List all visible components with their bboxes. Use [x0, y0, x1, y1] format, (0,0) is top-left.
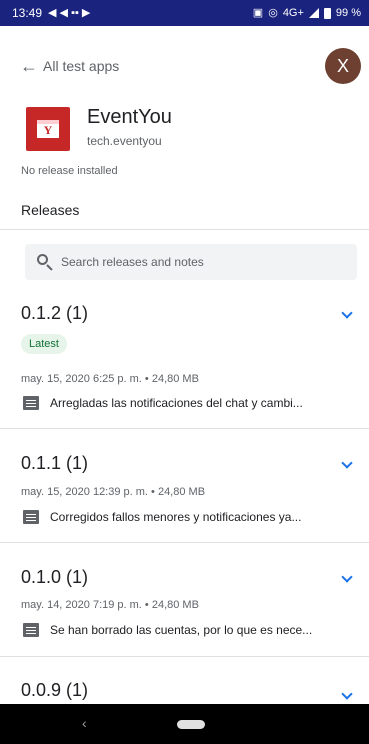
- back-to-all-apps-link[interactable]: All test apps: [43, 58, 119, 74]
- search-placeholder: Search releases and notes: [61, 255, 204, 269]
- app-icon: Y: [26, 107, 70, 151]
- release-item[interactable]: 0.1.1 (1) may. 15, 2020 12:39 p. m. • 24…: [0, 453, 369, 533]
- battery-level: 99 %: [335, 7, 361, 19]
- divider: [0, 542, 369, 543]
- nav-back-icon[interactable]: ‹: [82, 715, 87, 731]
- chevron-down-icon[interactable]: [341, 573, 353, 585]
- notes-icon: [23, 623, 39, 637]
- status-time: 13:49: [12, 6, 43, 20]
- release-notes-text: Arregladas las notificaciones del chat y…: [50, 396, 303, 410]
- account-avatar[interactable]: X: [325, 48, 361, 84]
- release-version: 0.1.1 (1): [21, 453, 89, 473]
- divider: [0, 229, 369, 230]
- network-type: 4G+: [282, 7, 304, 19]
- release-version: 0.1.2 (1): [21, 303, 89, 323]
- chevron-down-icon[interactable]: [341, 459, 353, 471]
- release-notes: Arregladas las notificaciones del chat y…: [23, 396, 303, 410]
- release-notes: Se han borrado las cuentas, por lo que e…: [23, 623, 312, 637]
- search-releases-input[interactable]: Search releases and notes: [25, 244, 357, 280]
- calendar-icon: Y: [37, 120, 59, 138]
- releases-heading: Releases: [21, 202, 80, 218]
- app-package-name: tech.eventyou: [87, 134, 162, 148]
- nav-home-pill[interactable]: [177, 720, 205, 729]
- install-status: No release installed: [21, 165, 118, 177]
- notification-icons: ◀ ◀ ▪▪ ▶: [48, 6, 91, 19]
- release-notes-text: Corregidos fallos menores y notificacion…: [50, 510, 302, 524]
- release-date-size: may. 15, 2020 6:25 p. m. • 24,80 MB: [21, 373, 199, 385]
- release-date-size: may. 15, 2020 12:39 p. m. • 24,80 MB: [21, 486, 206, 498]
- notes-icon: [23, 510, 39, 524]
- top-app-bar: ← All test apps X: [0, 48, 369, 88]
- release-version: 0.1.0 (1): [21, 567, 89, 587]
- release-item[interactable]: 0.1.2 (1) Latest may. 15, 2020 6:25 p. m…: [0, 303, 369, 410]
- divider: [0, 428, 369, 429]
- status-bar: 13:49 ◀ ◀ ▪▪ ▶ ▣ ◎ 4G+ 99 %: [0, 0, 369, 26]
- chevron-down-icon[interactable]: [341, 690, 353, 702]
- app-name: EventYou: [87, 106, 172, 128]
- notes-icon: [23, 396, 39, 410]
- release-version: 0.0.9 (1): [21, 680, 89, 700]
- search-icon: [35, 252, 55, 272]
- cast-icon: ▣: [252, 6, 264, 19]
- release-date-size: may. 14, 2020 7:19 p. m. • 24,80 MB: [21, 599, 199, 611]
- release-notes-text: Se han borrado las cuentas, por lo que e…: [50, 623, 313, 637]
- chevron-down-icon[interactable]: [341, 309, 353, 321]
- signal-icon: [308, 8, 319, 18]
- divider: [0, 656, 369, 657]
- release-item[interactable]: 0.0.9 (1): [0, 680, 369, 704]
- release-item[interactable]: 0.1.0 (1) may. 14, 2020 7:19 p. m. • 24,…: [0, 567, 369, 647]
- back-arrow-icon[interactable]: ←: [20, 56, 38, 76]
- latest-badge: Latest: [21, 334, 67, 354]
- location-icon: ◎: [268, 6, 278, 19]
- release-notes: Corregidos fallos menores y notificacion…: [23, 510, 301, 524]
- system-navigation-bar: ‹: [0, 704, 369, 744]
- battery-icon: [323, 7, 331, 19]
